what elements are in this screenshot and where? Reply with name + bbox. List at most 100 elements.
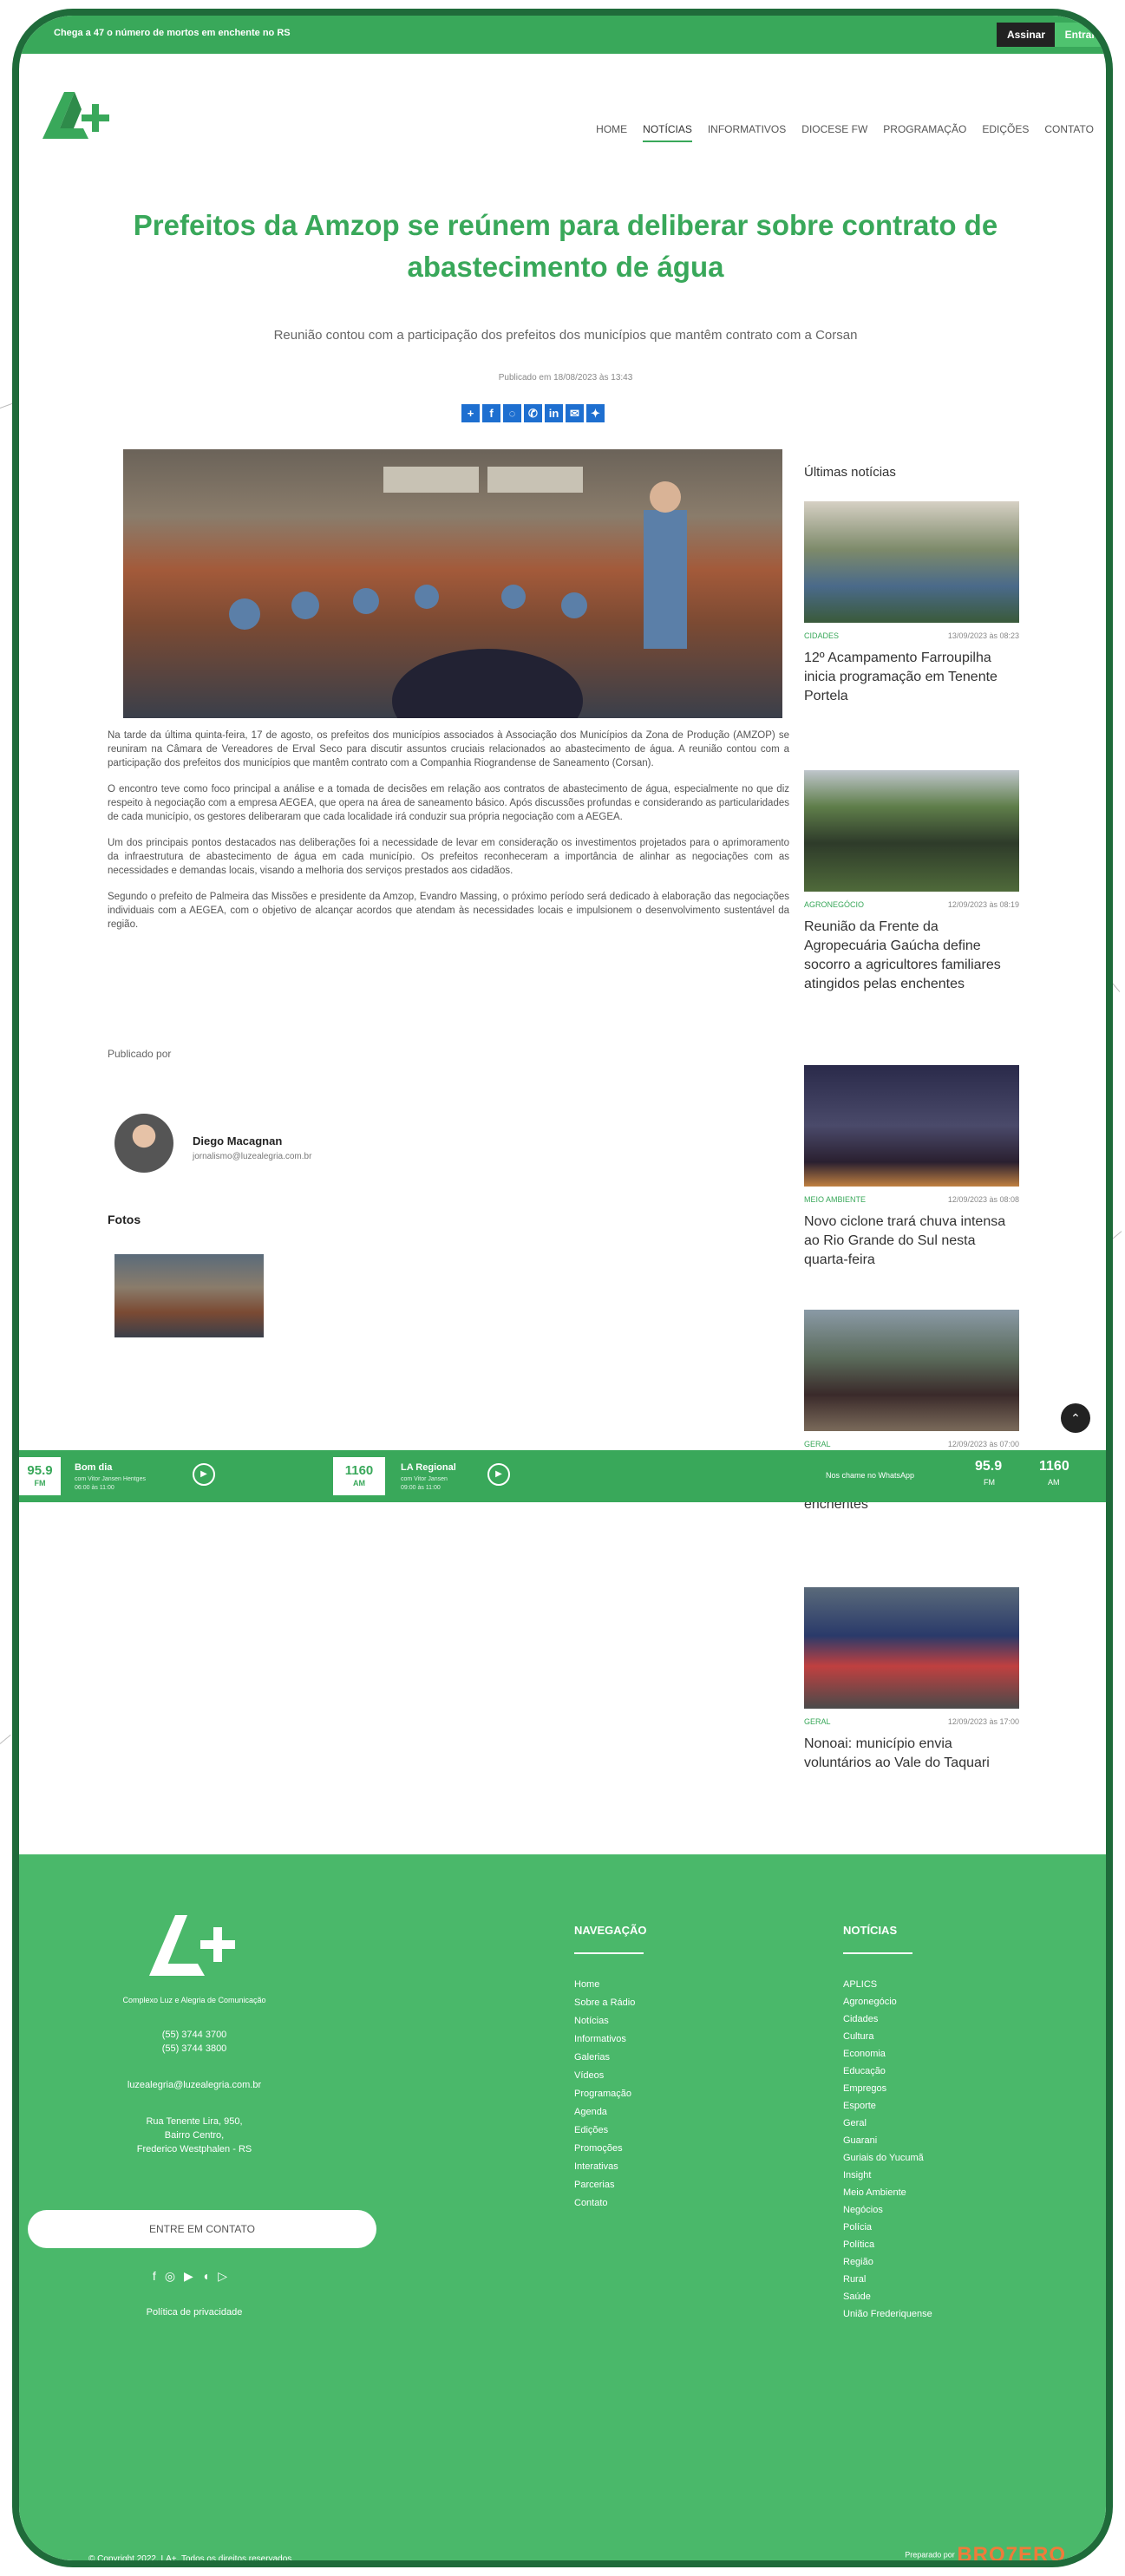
footer-nav-link[interactable]: Home (574, 1976, 635, 1994)
news-category[interactable]: AGRONEGÓCIO (804, 900, 864, 909)
footer-news-link[interactable]: Geral (843, 2115, 932, 2132)
play-store-icon[interactable]: ▷ (218, 2269, 236, 2283)
footer-news-link[interactable]: Guriais do Yucumã (843, 2149, 932, 2167)
footer-nav-link[interactable]: Notícias (574, 2012, 635, 2030)
footer-nav-link[interactable]: Promoções (574, 2140, 635, 2158)
footer-news-link[interactable]: União Frederiquense (843, 2305, 932, 2323)
nav-informatives[interactable]: INFORMATIVOS (708, 123, 786, 142)
article-paragraph: Um dos principais pontos destacados nas … (108, 838, 789, 876)
news-thumbnail[interactable] (804, 1065, 1019, 1187)
footer-nav-link[interactable]: Vídeos (574, 2067, 635, 2085)
footer-news-link[interactable]: Agronegócio (843, 1993, 932, 2010)
whatsapp-cta[interactable]: Nos chame no WhatsApp (826, 1471, 914, 1480)
news-thumbnail[interactable] (804, 1587, 1019, 1709)
am-play-icon[interactable]: ▶ (487, 1463, 510, 1486)
facebook-icon[interactable]: f (153, 2269, 165, 2283)
footer-news-link[interactable]: Rural (843, 2271, 932, 2288)
footer-nav-link[interactable]: Agenda (574, 2103, 635, 2122)
footer-news-link[interactable]: Política (843, 2236, 932, 2253)
footer-news-link[interactable]: Cidades (843, 2010, 932, 2028)
twitter-icon[interactable]: ✦ (586, 404, 605, 422)
news-ticker[interactable]: Chega a 47 o número de mortos em enchent… (54, 28, 291, 38)
share-plus-icon[interactable]: + (461, 404, 480, 422)
youtube-icon[interactable]: ▶ (184, 2269, 202, 2283)
footer-news-link[interactable]: Empregos (843, 2080, 932, 2097)
news-category[interactable]: CIDADES (804, 631, 839, 640)
footer-news-link[interactable]: Economia (843, 2045, 932, 2063)
subscribe-button[interactable]: Assinar (996, 23, 1056, 47)
nav-diocese[interactable]: DIOCESE FW (801, 123, 867, 142)
footer-logo[interactable] (141, 1906, 253, 1984)
news-thumbnail[interactable] (804, 770, 1019, 892)
sidebar-news-item[interactable]: MEIO AMBIENTE 12/09/2023 às 08:08 Novo ci… (804, 1065, 1019, 1270)
footer-phone[interactable]: (55) 3744 3800 (64, 2042, 324, 2056)
whatsapp-icon[interactable]: ✆ (524, 404, 542, 422)
footer-news-link[interactable]: Negócios (843, 2201, 932, 2219)
agency-logo[interactable]: BRO7ERO (957, 2543, 1066, 2560)
news-title[interactable]: Novo ciclone trará chuva intensa ao Rio … (804, 1213, 1019, 1270)
footer-nav-link[interactable]: Informativos (574, 2030, 635, 2049)
footer-email[interactable]: luzealegria@luzealegria.com.br (64, 2078, 324, 2092)
fm-play-icon[interactable]: ▶ (193, 1463, 215, 1486)
news-category[interactable]: GERAL (804, 1717, 831, 1726)
author-name[interactable]: Diego Macagnan (193, 1134, 282, 1147)
footer-news-link[interactable]: Polícia (843, 2219, 932, 2236)
sidebar-news-item[interactable]: GERAL 12/09/2023 às 17:00 Nonoai: municíp… (804, 1587, 1019, 1773)
footer-news-link[interactable]: Insight (843, 2167, 932, 2184)
news-date: 12/09/2023 às 08:08 (947, 1195, 1019, 1204)
nav-home[interactable]: HOME (596, 123, 627, 142)
footer-news-link[interactable]: Saúde (843, 2288, 932, 2305)
sidebar-news-item[interactable]: CIDADES 13/09/2023 às 08:23 12º Acampamen… (804, 501, 1019, 706)
article-paragraph: O encontro teve como foco principal a an… (108, 784, 789, 822)
article-title: Prefeitos da Amzop se reúnem para delibe… (133, 209, 998, 283)
instagram-icon[interactable]: ◎ (165, 2269, 184, 2283)
footer-news-link[interactable]: Educação (843, 2063, 932, 2080)
am-show-time: 09:00 às 11:00 (401, 1485, 441, 1491)
scroll-top-button[interactable]: ⌃ (1061, 1403, 1090, 1433)
footer-news-link[interactable]: Meio Ambiente (843, 2184, 932, 2201)
site-logo[interactable] (38, 85, 134, 146)
email-icon[interactable]: ✉ (566, 404, 584, 422)
footer-nav-link[interactable]: Parcerias (574, 2176, 635, 2194)
nav-programming[interactable]: PROGRAMAÇÃO (883, 123, 966, 142)
footer-nav-link[interactable]: Sobre a Rádio (574, 1994, 635, 2012)
author-email[interactable]: jornalismo@luzealegria.com.br (193, 1152, 311, 1161)
article-subtitle: Reunião contou com a participação dos pr… (273, 328, 858, 343)
contact-cta-button[interactable]: ENTRE EM CONTATO (28, 2210, 376, 2248)
news-title[interactable]: Reunião da Frente da Agropecuária Gaúcha… (804, 918, 1019, 994)
footer-news-link[interactable]: Esporte (843, 2097, 932, 2115)
nav-contact[interactable]: CONTATO (1044, 123, 1094, 142)
login-button[interactable]: Entrar (1054, 23, 1106, 47)
news-title[interactable]: Nonoai: município envia voluntários ao V… (804, 1735, 1019, 1773)
footer-news-link[interactable]: Cultura (843, 2028, 932, 2045)
footer-news-link[interactable]: Região (843, 2253, 932, 2271)
privacy-link[interactable]: Política de privacidade (64, 2305, 324, 2319)
photo-thumbnail[interactable] (114, 1254, 264, 1337)
footer-nav-link[interactable]: Edições (574, 2122, 635, 2140)
publish-date: Publicado em 18/08/2023 às 13:43 (498, 373, 633, 382)
soundcloud-icon[interactable]: ◖ (202, 2269, 218, 2283)
footer-nav-link[interactable]: Galerias (574, 2049, 635, 2067)
news-category[interactable]: GERAL (804, 1440, 831, 1448)
prepared-by[interactable]: Preparado por BRO7ERO (905, 2543, 1066, 2560)
footer-phone[interactable]: (55) 3744 3700 (64, 2028, 324, 2042)
nav-news[interactable]: NOTÍCIAS (643, 123, 692, 142)
news-category[interactable]: MEIO AMBIENTE (804, 1195, 866, 1204)
article-hero-image (123, 449, 782, 718)
news-title[interactable]: 12º Acampamento Farroupilha inicia progr… (804, 649, 1019, 706)
news-thumbnail[interactable] (804, 1310, 1019, 1431)
wa-fm-frequency[interactable]: 95.9 (975, 1459, 1002, 1474)
news-thumbnail[interactable] (804, 501, 1019, 623)
linkedin-icon[interactable]: in (545, 404, 563, 422)
wa-am-frequency[interactable]: 1160 (1039, 1459, 1069, 1474)
author-avatar (114, 1114, 173, 1173)
nav-editions[interactable]: EDIÇÕES (982, 123, 1029, 142)
footer-news-link[interactable]: APLICS (843, 1976, 932, 1993)
sidebar-news-item[interactable]: AGRONEGÓCIO 12/09/2023 às 08:19 Reunião d… (804, 770, 1019, 994)
footer-news-link[interactable]: Guarani (843, 2132, 932, 2149)
footer-nav-link[interactable]: Contato (574, 2194, 635, 2213)
facebook-icon[interactable]: f (482, 404, 500, 422)
footer-nav-link[interactable]: Programação (574, 2085, 635, 2103)
footer-nav-link[interactable]: Interativas (574, 2158, 635, 2176)
messenger-icon[interactable]: ◌ (503, 404, 521, 422)
